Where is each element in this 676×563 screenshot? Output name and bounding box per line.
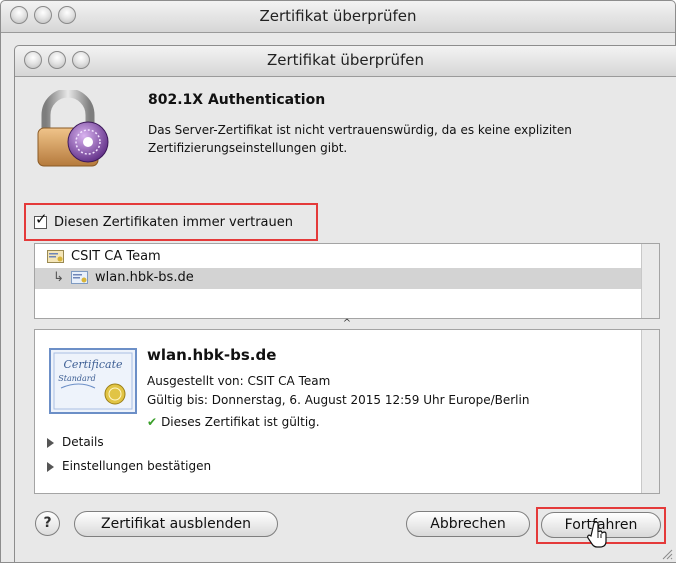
disclosure-triangle-icon[interactable] bbox=[47, 461, 54, 472]
dialog-heading: 802.1X Authentication bbox=[148, 92, 326, 108]
certificate-image-title: Certificate bbox=[63, 358, 123, 371]
chain-branch-icon: ↳ bbox=[53, 270, 64, 285]
certificate-icon bbox=[71, 271, 88, 284]
certificate-image-subtitle: Standard bbox=[58, 374, 95, 383]
hand-cursor-icon bbox=[587, 521, 607, 548]
chain-item-label: wlan.hbk-bs.de bbox=[95, 270, 194, 285]
caret-up-icon: ^ bbox=[342, 318, 352, 329]
certificate-name: wlan.hbk-bs.de bbox=[147, 346, 277, 364]
resize-grip-icon[interactable] bbox=[661, 548, 673, 560]
background-window-title: Zertifikat überprüfen bbox=[259, 7, 417, 25]
trust-settings-label[interactable]: Einstellungen bestätigen bbox=[62, 459, 211, 473]
chain-item-root[interactable]: CSIT CA Team bbox=[35, 247, 641, 268]
split-view-handle[interactable]: ^ bbox=[34, 319, 660, 329]
certificate-chain-list[interactable]: CSIT CA Team ↳ wlan.hbk-bs.de bbox=[34, 243, 660, 319]
certificate-detail-panel: Certificate Standard wlan.hbk-bs.de Ausg… bbox=[34, 329, 660, 494]
trust-settings-disclosure[interactable]: Einstellungen bestätigen bbox=[47, 459, 211, 473]
always-trust-label[interactable]: Diesen Zertifikaten immer vertrauen bbox=[54, 215, 293, 230]
checkmark-icon: ✓ bbox=[35, 210, 48, 228]
always-trust-row[interactable]: ✓ Diesen Zertifikaten immer vertrauen bbox=[24, 203, 318, 241]
always-trust-checkbox[interactable]: ✓ bbox=[34, 212, 48, 229]
chain-item-label: CSIT CA Team bbox=[71, 249, 161, 264]
certificate-issuer: Ausgestellt von: CSIT CA Team bbox=[147, 374, 331, 388]
cancel-button[interactable]: Abbrechen bbox=[406, 511, 530, 537]
details-label[interactable]: Details bbox=[62, 435, 104, 449]
hide-certificate-button[interactable]: Zertifikat ausblenden bbox=[74, 511, 278, 537]
dialog-description: Das Server-Zertifikat ist nicht vertraue… bbox=[148, 123, 572, 155]
check-circle-icon: ✔ bbox=[147, 415, 158, 429]
chain-item-leaf[interactable]: ↳ wlan.hbk-bs.de bbox=[35, 268, 641, 289]
certificate-status-text: Dieses Zertifikat ist gültig. bbox=[161, 415, 320, 429]
background-window-titlebar[interactable]: Zertifikat überprüfen bbox=[1, 1, 675, 33]
certificate-image-icon: Certificate Standard bbox=[49, 348, 137, 414]
certificate-expiry: Gültig bis: Donnerstag, 6. August 2015 1… bbox=[147, 393, 530, 407]
dialog-title: Zertifikat überprüfen bbox=[266, 51, 425, 69]
dialog-titlebar[interactable]: Zertifikat überprüfen bbox=[15, 46, 676, 77]
lock-certificate-icon bbox=[37, 90, 109, 167]
detail-scrollbar[interactable] bbox=[641, 330, 659, 493]
help-button[interactable]: ? bbox=[35, 511, 60, 536]
details-disclosure[interactable]: Details bbox=[47, 435, 104, 449]
certificate-status: ✔ Dieses Zertifikat ist gültig. bbox=[147, 415, 320, 429]
disclosure-triangle-icon[interactable] bbox=[47, 437, 54, 448]
certificate-icon bbox=[47, 250, 64, 263]
chain-scrollbar[interactable] bbox=[641, 244, 659, 318]
